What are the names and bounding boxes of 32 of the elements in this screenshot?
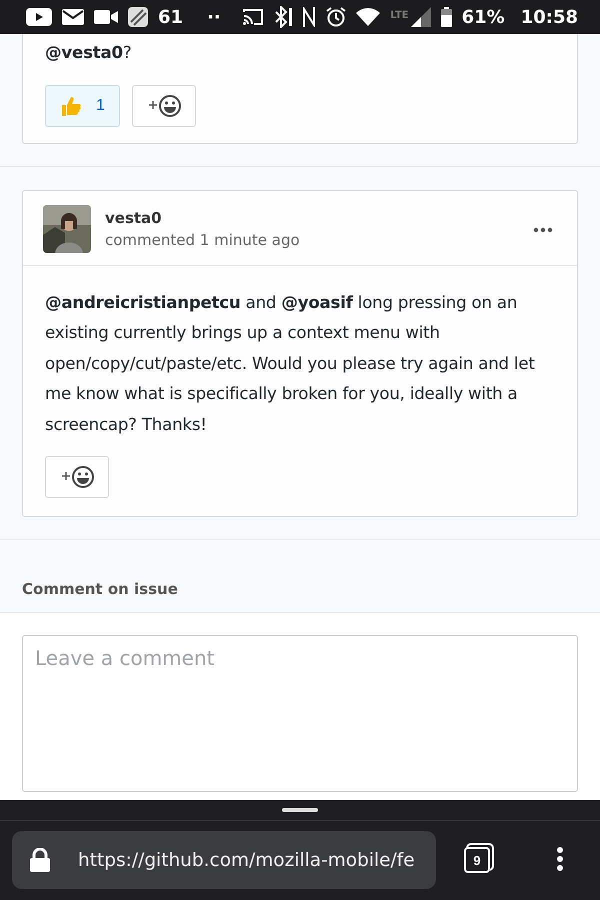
clock: 10:58 <box>520 6 578 28</box>
cast-icon <box>242 8 264 26</box>
add-emoji-icon <box>146 94 181 118</box>
lock-icon <box>30 848 50 872</box>
more-notifications: ·· <box>207 6 221 28</box>
signal-icon <box>410 7 431 27</box>
battery-icon <box>440 7 452 27</box>
thumbs-up-icon <box>60 94 82 116</box>
add-emoji-icon <box>60 465 94 489</box>
network-type: LTE <box>390 10 409 21</box>
author-name[interactable]: vesta0 <box>105 208 529 226</box>
alarm-icon <box>326 7 346 27</box>
comment-input[interactable]: Leave a comment <box>22 635 578 792</box>
bluetooth-icon <box>274 6 292 28</box>
wifi-icon <box>356 8 380 26</box>
nfc-icon <box>302 7 316 27</box>
url-text: https://github.com/mozilla-mobile/fe <box>78 850 415 870</box>
comment-time: commented 1 minute ago <box>105 230 301 248</box>
address-bar[interactable]: https://github.com/mozilla-mobile/fe <box>12 831 436 889</box>
add-reaction-button[interactable] <box>132 84 196 126</box>
video-camera-icon <box>94 10 118 24</box>
thumbs-up-reaction[interactable]: 1 <box>45 84 120 126</box>
battery-percentage: 61% <box>462 6 505 28</box>
notification-count: 61 <box>158 6 184 28</box>
more-icon <box>533 227 553 233</box>
add-reaction-button[interactable] <box>45 456 109 498</box>
app-icon <box>128 7 148 27</box>
mail-icon <box>62 9 84 25</box>
comment-text: @vesta0? <box>45 42 132 64</box>
comment-text: @andreicristianpetcu and @yoasif long pressing on an existing currently brings up a context menu with open/copy/cut/paste/etc. Would you please try again and let me know what is specifically broken for you, ideally with a screencap? Thanks! <box>45 292 536 436</box>
drag-handle[interactable] <box>282 808 318 812</box>
play-icon <box>26 8 52 26</box>
